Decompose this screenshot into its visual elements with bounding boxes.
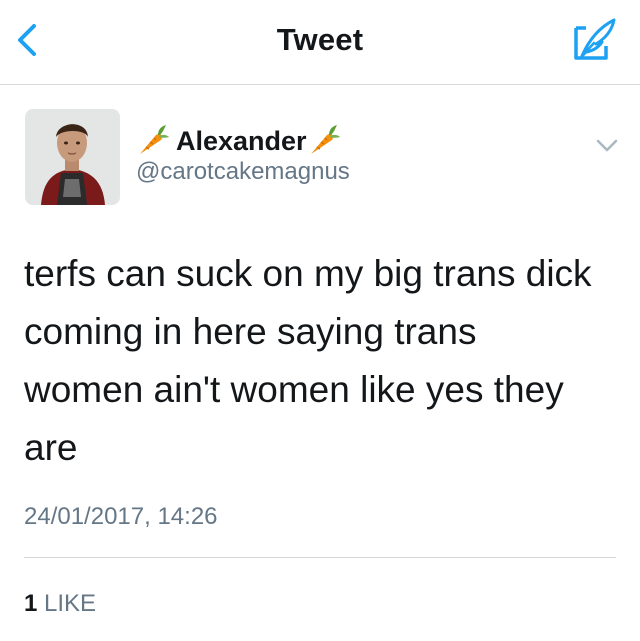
chevron-down-icon xyxy=(596,139,618,152)
compose-feather-icon xyxy=(574,18,616,60)
carrot-icon xyxy=(140,125,169,154)
likes-label: LIKE xyxy=(44,590,97,617)
author-name-row[interactable]: Alexander xyxy=(136,120,341,160)
compose-tweet-button[interactable] xyxy=(572,16,618,64)
tweet-text: terfs can suck on my big trans dick comi… xyxy=(24,253,592,468)
author-display-name: Alexander xyxy=(176,125,307,156)
author-handle[interactable]: @carotcakemagnus xyxy=(136,158,350,186)
tweet-timestamp: 24/01/2017, 14:26 xyxy=(24,503,218,530)
likes-button[interactable]: 1 LIKE xyxy=(24,590,96,618)
tweet-menu-button[interactable] xyxy=(592,133,622,157)
page-title: Tweet xyxy=(276,22,364,57)
avatar-image xyxy=(25,109,120,205)
navigation-bar: Tweet xyxy=(0,0,640,85)
avatar[interactable] xyxy=(25,109,120,205)
carrot-icon xyxy=(310,125,340,154)
divider xyxy=(24,557,616,558)
likes-count: 1 xyxy=(24,590,38,617)
